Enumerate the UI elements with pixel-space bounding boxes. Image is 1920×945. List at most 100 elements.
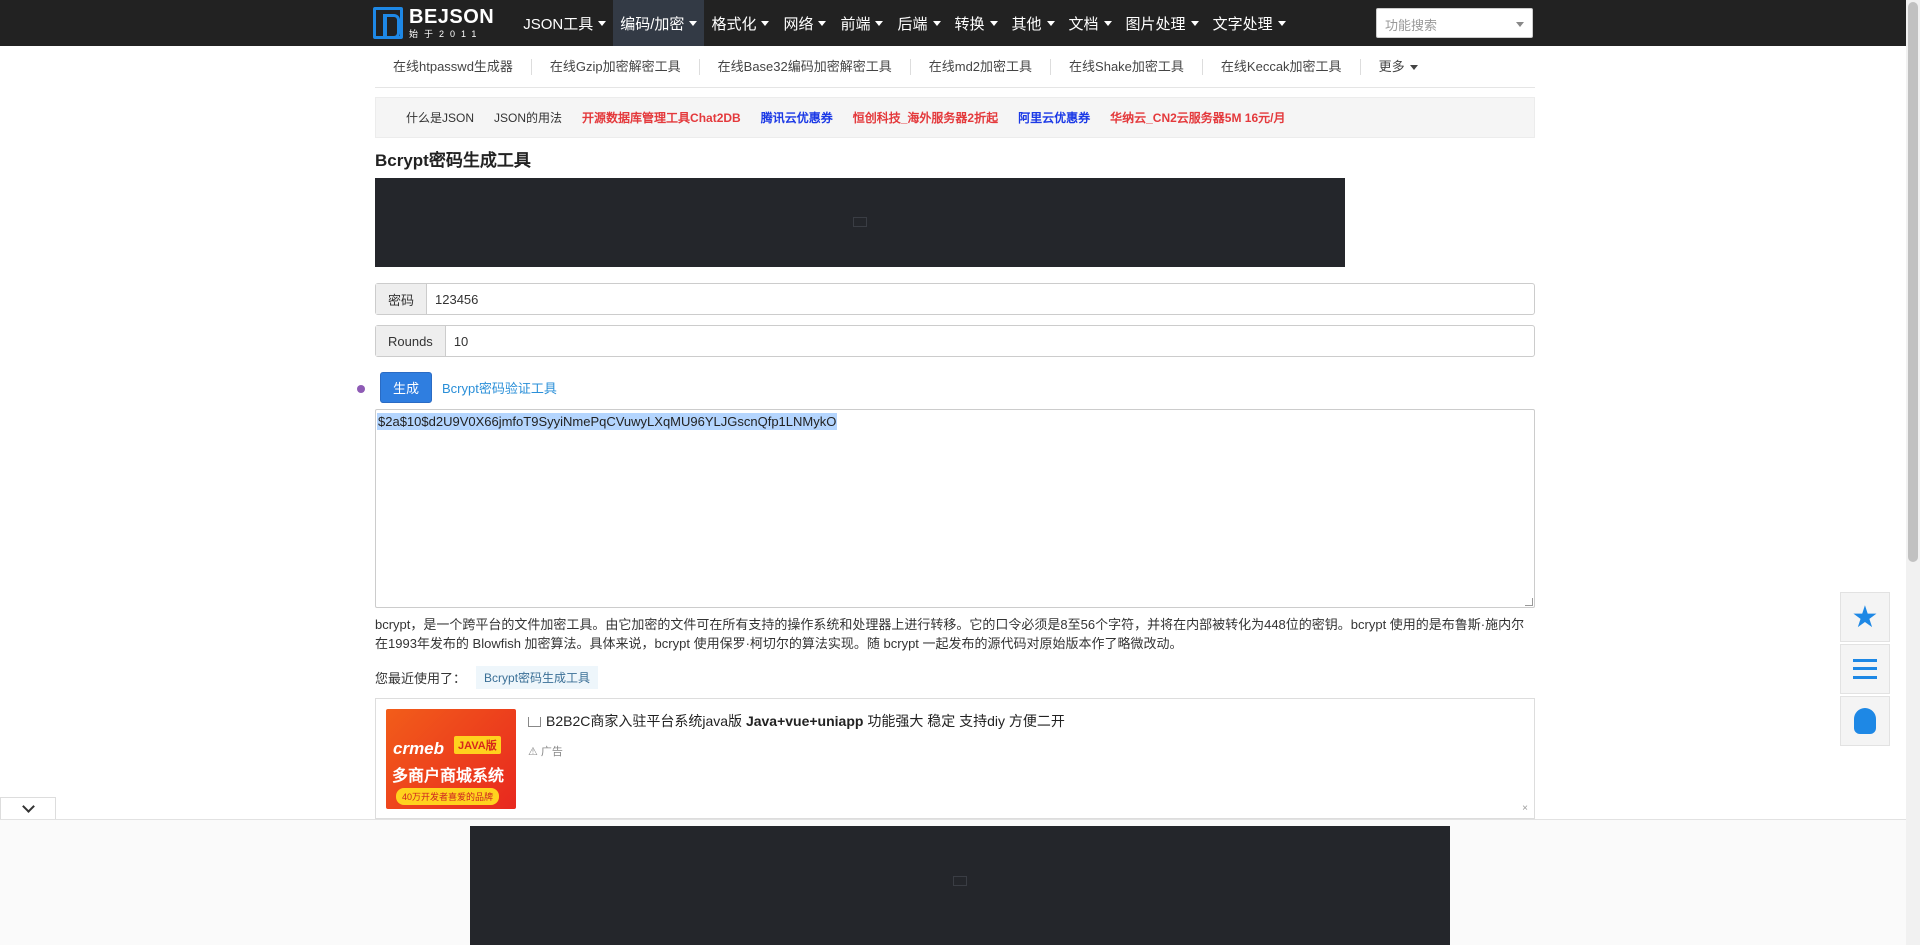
nav-item[interactable]: 格式化 bbox=[704, 0, 776, 46]
promo-link[interactable]: 恒创科技_海外服务器2折起 bbox=[853, 109, 998, 126]
password-group: 密码 123456 bbox=[375, 283, 1535, 315]
menu-button[interactable] bbox=[1840, 644, 1890, 694]
subnav-item[interactable]: 在线htpasswd生成器 bbox=[375, 58, 532, 75]
logo-icon bbox=[373, 7, 403, 39]
ad-label-text: 广告 bbox=[540, 746, 563, 758]
promo-link[interactable]: 开源数据库管理工具Chat2DB bbox=[582, 109, 741, 126]
site-logo[interactable]: BEJSON 始于2011 bbox=[373, 7, 494, 39]
nav-item-label: 其他 bbox=[1011, 15, 1042, 33]
top-navbar: BEJSON 始于2011 JSON工具 编码/加密 格式化 网络 前端 后端 转换 其他 文档… bbox=[0, 0, 1920, 46]
main-nav: JSON工具 编码/加密 格式化 网络 前端 后端 转换 其他 文档 图片处理 文字处理 bbox=[516, 0, 1292, 46]
rounds-group: Rounds 10 bbox=[375, 325, 1535, 357]
nav-item[interactable]: 图片处理 bbox=[1119, 0, 1206, 46]
subnav-item[interactable]: 在线Gzip加密解密工具 bbox=[532, 58, 700, 75]
ad-placeholder-icon bbox=[853, 217, 867, 227]
ad-big-text: 多商户商城系统 bbox=[392, 768, 505, 785]
nav-item-label: 格式化 bbox=[711, 15, 757, 33]
collapse-toggle[interactable] bbox=[0, 797, 56, 819]
caret-down-icon bbox=[1190, 20, 1199, 26]
nav-item[interactable]: 文字处理 bbox=[1206, 0, 1293, 46]
caret-down-icon bbox=[1277, 20, 1286, 26]
page-scrollbar[interactable] bbox=[1906, 0, 1920, 945]
ad-java-badge: JAVA版 bbox=[454, 736, 501, 754]
rounds-label: Rounds bbox=[376, 326, 446, 356]
navbar-inner: BEJSON 始于2011 JSON工具 编码/加密 格式化 网络 前端 后端 转换 其他 文档… bbox=[373, 0, 1293, 46]
chevron-down-icon bbox=[21, 799, 35, 813]
top-ad-banner[interactable] bbox=[375, 178, 1345, 267]
bottom-ad-banner[interactable] bbox=[470, 826, 1450, 945]
subnav-more[interactable]: 更多 bbox=[1361, 59, 1436, 75]
ad-placeholder-icon bbox=[953, 876, 967, 886]
floating-toolbar: ★ bbox=[1840, 592, 1890, 748]
nav-item-label: 文字处理 bbox=[1212, 15, 1273, 33]
caret-down-icon bbox=[989, 20, 998, 26]
promo-link[interactable]: 阿里云优惠券 bbox=[1018, 109, 1090, 126]
nav-item[interactable]: JSON工具 bbox=[516, 0, 613, 46]
nav-item[interactable]: 转换 bbox=[948, 0, 1005, 46]
caret-down-icon bbox=[1409, 64, 1418, 70]
qq-button[interactable] bbox=[1840, 696, 1890, 746]
caret-down-icon bbox=[689, 20, 698, 26]
logo-subtitle: 始于2011 bbox=[409, 29, 483, 39]
tool-description: bcrypt，是一个跨平台的文件加密工具。由它加密的文件可在所有支持的操作系统和… bbox=[375, 617, 1525, 651]
nav-item-label: JSON工具 bbox=[523, 15, 594, 33]
ad-title[interactable]: B2B2C商家入驻平台系统java版 Java+vue+uniapp 功能强大 … bbox=[528, 711, 1065, 731]
nav-item-label: 后端 bbox=[897, 15, 928, 33]
nav-item[interactable]: 网络 bbox=[776, 0, 833, 46]
bcrypt-verify-link[interactable]: Bcrypt密码验证工具 bbox=[442, 378, 557, 397]
marker-dot bbox=[357, 385, 365, 393]
scrollbar-thumb[interactable] bbox=[1908, 2, 1918, 562]
caret-down-icon bbox=[932, 20, 941, 26]
subnav-item[interactable]: 在线Keccak加密工具 bbox=[1203, 58, 1361, 75]
subnav-item[interactable]: 在线Base32编码加密解密工具 bbox=[700, 58, 911, 75]
recent-used: 您最近使用了： Bcrypt密码生成工具 bbox=[375, 666, 599, 689]
ad-image[interactable]: crmeb JAVA版 多商户商城系统 40万开发者喜爱的品牌 bbox=[386, 709, 516, 809]
ad-label: ⚠ 广告 bbox=[528, 743, 563, 759]
sub-nav: 在线htpasswd生成器 在线Gzip加密解密工具 在线Base32编码加密解密工… bbox=[375, 46, 1535, 88]
ad-title-bold: Java+vue+uniapp bbox=[745, 713, 864, 729]
password-input[interactable]: 123456 bbox=[427, 284, 1534, 314]
subnav-item[interactable]: 在线Shake加密工具 bbox=[1051, 58, 1203, 75]
links-bar: 什么是JSON JSON的用法 开源数据库管理工具Chat2DB 腾讯云优惠券 恒创科技… bbox=[375, 97, 1535, 138]
promo-link[interactable]: 华纳云_CN2云服务器5M 16元/月 bbox=[1110, 109, 1285, 126]
bottom-sticky-ad-bar bbox=[0, 819, 1920, 945]
logo-text: BEJSON 始于2011 bbox=[409, 7, 494, 39]
subnav-more-label: 更多 bbox=[1378, 58, 1405, 74]
caret-down-icon bbox=[761, 20, 770, 26]
logo-title: BEJSON bbox=[409, 6, 495, 28]
caret-down-icon bbox=[598, 20, 607, 26]
subnav-item[interactable]: 在线md2加密工具 bbox=[911, 58, 1052, 75]
nav-item-label: 转换 bbox=[954, 15, 985, 33]
nav-item[interactable]: 文档 bbox=[1062, 0, 1119, 46]
caret-down-icon bbox=[875, 20, 884, 26]
nav-item-label: 文档 bbox=[1068, 15, 1099, 33]
nav-item[interactable]: 后端 bbox=[890, 0, 947, 46]
promo-link[interactable]: 什么是JSON bbox=[406, 109, 474, 126]
promo-link[interactable]: JSON的用法 bbox=[494, 109, 562, 126]
caret-down-icon bbox=[1103, 20, 1112, 26]
favorite-button[interactable]: ★ bbox=[1840, 592, 1890, 642]
generate-button[interactable]: 生成 bbox=[380, 372, 432, 403]
nav-item-label: 前端 bbox=[840, 15, 871, 33]
search-placeholder: 功能搜索 bbox=[1385, 18, 1438, 33]
function-search-select[interactable]: 功能搜索 bbox=[1376, 8, 1533, 38]
nav-item-label: 网络 bbox=[783, 15, 814, 33]
rounds-input[interactable]: 10 bbox=[446, 326, 1534, 356]
nav-item[interactable]: 其他 bbox=[1005, 0, 1062, 46]
ad-title-suffix: 功能强大 稳定 支持diy 方便二开 bbox=[863, 713, 1065, 729]
resize-handle-icon[interactable] bbox=[1525, 598, 1533, 606]
ad-close-icon[interactable]: × bbox=[1522, 803, 1528, 814]
ad-title-prefix: B2B2C商家入驻平台系统java版 bbox=[546, 713, 746, 729]
sponsored-ad-card[interactable]: crmeb JAVA版 多商户商城系统 40万开发者喜爱的品牌 B2B2C商家入… bbox=[375, 698, 1535, 819]
ad-mark-icon: ⚠ bbox=[528, 746, 541, 758]
nav-item[interactable]: 编码/加密 bbox=[613, 0, 705, 46]
caret-down-icon bbox=[818, 20, 827, 26]
cart-icon bbox=[528, 717, 541, 727]
nav-item[interactable]: 前端 bbox=[833, 0, 890, 46]
ad-brand: crmeb bbox=[393, 739, 445, 758]
hash-output-textarea[interactable]: $2a$10$d2U9V0X66jmfoT9SyyiNmePqCVuwyLXqM… bbox=[375, 409, 1535, 608]
promo-link[interactable]: 腾讯云优惠券 bbox=[761, 109, 833, 126]
nav-item-label: 图片处理 bbox=[1125, 15, 1186, 33]
ad-pill: 40万开发者喜爱的品牌 bbox=[396, 788, 500, 805]
recent-tool-tag[interactable]: Bcrypt密码生成工具 bbox=[476, 666, 599, 689]
